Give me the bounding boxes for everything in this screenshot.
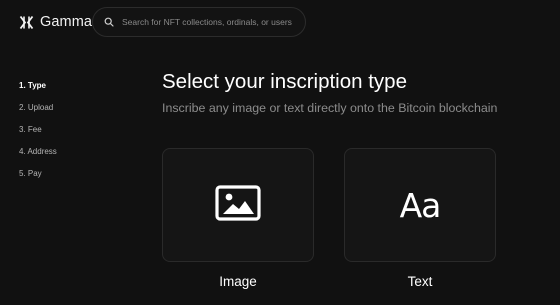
search-input[interactable] — [122, 17, 302, 27]
page-title: Select your inscription type — [162, 70, 407, 93]
step-fee[interactable]: 3. Fee — [19, 124, 57, 146]
gamma-logo[interactable]: Gamma — [19, 13, 92, 31]
page: Gamma 1. Type 2. Upload 3. Fee 4. Addres… — [0, 0, 560, 305]
step-type[interactable]: 1. Type — [19, 80, 57, 102]
image-option-card[interactable] — [162, 148, 314, 262]
gamma-logo-icon — [19, 15, 34, 30]
step-pay[interactable]: 5. Pay — [19, 168, 57, 190]
step-address[interactable]: 4. Address — [19, 146, 57, 168]
search-bar[interactable] — [92, 7, 306, 37]
step-list: 1. Type 2. Upload 3. Fee 4. Address 5. P… — [19, 80, 57, 190]
text-option-label[interactable]: Text — [344, 274, 496, 289]
text-option-card[interactable]: Aa — [344, 148, 496, 262]
logo-text: Gamma — [40, 14, 93, 30]
page-subtitle: Inscribe any image or text directly onto… — [162, 101, 498, 115]
search-icon — [104, 17, 114, 27]
text-icon: Aa — [399, 185, 442, 225]
image-icon — [215, 184, 261, 226]
step-upload[interactable]: 2. Upload — [19, 102, 57, 124]
image-option-label[interactable]: Image — [162, 274, 314, 289]
